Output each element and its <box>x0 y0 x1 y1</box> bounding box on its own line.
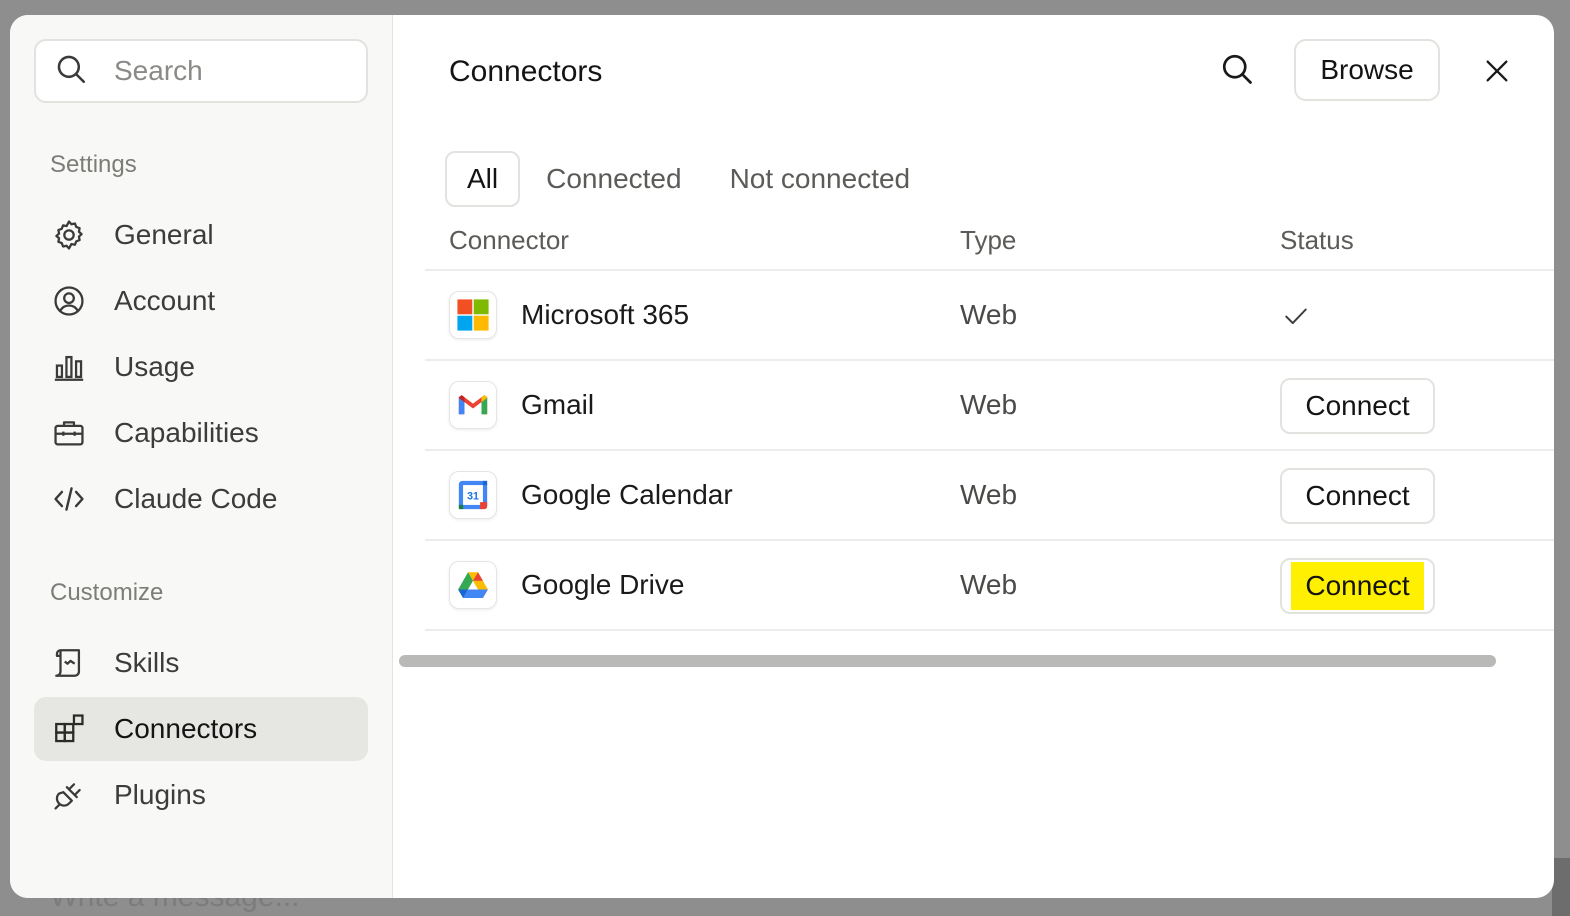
horizontal-scrollbar[interactable] <box>399 655 1496 667</box>
search-icon <box>1219 51 1255 92</box>
search-input[interactable] <box>114 55 344 87</box>
connector-type: Web <box>960 299 1018 330</box>
microsoft-365-icon <box>449 291 497 339</box>
filter-tabs: All Connected Not connected <box>445 151 932 207</box>
table-row[interactable]: Gmail Web Connect <box>425 361 1554 451</box>
sidebar-item-skills[interactable]: Skills <box>34 631 368 695</box>
plug-icon <box>52 778 86 812</box>
connect-button-label: Connect <box>1291 562 1424 610</box>
gear-icon <box>52 218 86 252</box>
search-icon <box>54 52 88 91</box>
sidebar-item-capabilities[interactable]: Capabilities <box>34 401 368 465</box>
connect-button-google-calendar[interactable]: Connect <box>1280 468 1435 524</box>
sidebar-item-label: Connectors <box>114 713 258 744</box>
table-row[interactable]: Google Drive Web Connect <box>425 541 1554 631</box>
connectors-table: Connector Type Status Microsoft 365 Web <box>425 211 1554 631</box>
connectors-icon <box>52 712 86 746</box>
connector-name: Google Drive <box>521 569 685 600</box>
header-search-button[interactable] <box>1217 51 1257 91</box>
table-row[interactable]: Microsoft 365 Web <box>425 271 1554 361</box>
sidebar-item-label: Usage <box>114 351 195 382</box>
table-header: Connector Type Status <box>425 211 1554 271</box>
connector-name: Microsoft 365 <box>521 299 690 330</box>
connector-type: Web <box>960 479 1018 510</box>
close-button[interactable] <box>1477 53 1517 93</box>
column-header-status: Status <box>1280 224 1354 255</box>
google-calendar-icon: 31 <box>449 471 497 519</box>
sidebar-item-plugins[interactable]: Plugins <box>34 763 368 827</box>
backdrop-scroll-edge <box>1552 858 1570 916</box>
user-circle-icon <box>52 284 86 318</box>
sidebar-search[interactable] <box>34 39 368 103</box>
settings-section-label: Settings <box>50 151 137 178</box>
sidebar-item-label: General <box>114 219 214 250</box>
connector-type: Web <box>960 389 1018 420</box>
settings-sidebar: Settings General Account Usage Capabilit… <box>10 15 393 898</box>
tab-all[interactable]: All <box>445 151 521 207</box>
connect-button-google-drive[interactable]: Connect <box>1280 558 1435 614</box>
calendar-day-number: 31 <box>467 491 479 503</box>
connector-name: Gmail <box>521 389 595 420</box>
gmail-icon <box>449 381 497 429</box>
column-header-type: Type <box>960 224 1017 255</box>
sidebar-item-label: Capabilities <box>114 417 259 448</box>
sidebar-item-general[interactable]: General <box>34 203 368 267</box>
connectors-panel: Connectors Browse All Connected Not conn… <box>393 15 1554 898</box>
column-header-connector: Connector <box>449 224 569 255</box>
scroll-icon <box>52 646 86 680</box>
bar-chart-icon <box>52 350 86 384</box>
tab-connected[interactable]: Connected <box>524 151 703 207</box>
sidebar-item-label: Account <box>114 285 216 316</box>
table-row[interactable]: 31 Google Calendar Web Connect <box>425 451 1554 541</box>
sidebar-item-claude-code[interactable]: Claude Code <box>34 467 368 531</box>
close-icon <box>1483 57 1511 90</box>
tab-not-connected[interactable]: Not connected <box>708 151 933 207</box>
sidebar-item-connectors[interactable]: Connectors <box>34 697 368 761</box>
customize-section-label: Customize <box>50 579 164 606</box>
sidebar-item-label: Plugins <box>114 779 206 810</box>
briefcase-icon <box>52 416 86 450</box>
code-icon <box>52 482 86 516</box>
page-title: Connectors <box>449 55 603 88</box>
google-drive-icon <box>449 561 497 609</box>
settings-modal: Settings General Account Usage Capabilit… <box>10 15 1554 898</box>
check-icon <box>1283 303 1309 329</box>
sidebar-item-account[interactable]: Account <box>34 269 368 333</box>
connector-name: Google Calendar <box>521 479 733 510</box>
connect-button-gmail[interactable]: Connect <box>1280 378 1435 434</box>
browse-button[interactable]: Browse <box>1294 39 1440 101</box>
sidebar-item-label: Skills <box>114 647 180 678</box>
sidebar-item-usage[interactable]: Usage <box>34 335 368 399</box>
sidebar-item-label: Claude Code <box>114 483 278 514</box>
connector-type: Web <box>960 569 1018 600</box>
